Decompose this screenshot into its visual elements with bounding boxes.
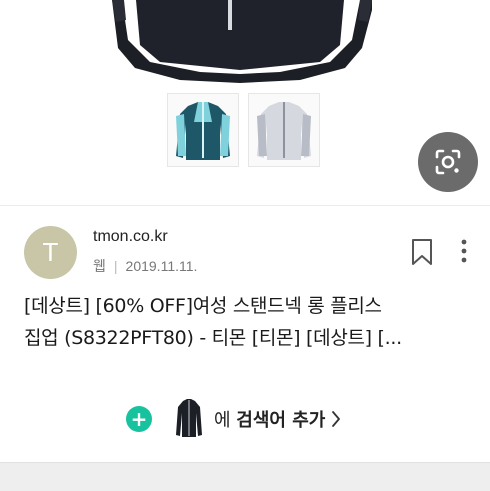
add-keyword-prefix: 에 bbox=[214, 410, 231, 431]
next-result-separator bbox=[0, 462, 490, 491]
meta-separator: | bbox=[113, 258, 118, 274]
bookmark-icon[interactable] bbox=[410, 238, 434, 266]
product-thumbnail-gray[interactable] bbox=[248, 93, 320, 167]
product-main-image[interactable] bbox=[0, 0, 490, 90]
lens-icon bbox=[435, 149, 461, 175]
keyword-thumbnail bbox=[176, 399, 202, 437]
add-search-keyword-button[interactable]: + 에 검색어 추가 bbox=[126, 397, 341, 441]
result-meta: 웹 | 2019.11.11. bbox=[93, 256, 197, 276]
add-keyword-text: 에 검색어 추가 bbox=[214, 406, 325, 432]
more-vert-icon[interactable] bbox=[460, 238, 468, 264]
site-name[interactable]: tmon.co.kr bbox=[93, 228, 168, 246]
result-title[interactable]: [데상트] [60% OFF]여성 스탠드넥 롱 플리스 집업 (S8322PF… bbox=[24, 290, 469, 354]
source-type: 웹 bbox=[93, 258, 106, 274]
plus-icon: + bbox=[126, 406, 152, 432]
result-title-line-2: 집업 (S8322PFT80) - 티몬 [티몬] [데상트] [... bbox=[24, 327, 402, 349]
add-keyword-label: 검색어 추가 bbox=[236, 410, 326, 431]
product-image-area bbox=[0, 0, 490, 205]
site-avatar[interactable]: T bbox=[24, 226, 77, 279]
result-date: 2019.11.11. bbox=[125, 258, 198, 274]
product-thumbnail-teal[interactable] bbox=[167, 93, 239, 167]
chevron-right-icon bbox=[332, 411, 341, 427]
divider bbox=[0, 205, 490, 206]
lens-search-button[interactable] bbox=[418, 132, 478, 192]
result-title-line-1: [데상트] [60% OFF]여성 스탠드넥 롱 플리스 bbox=[24, 295, 382, 317]
